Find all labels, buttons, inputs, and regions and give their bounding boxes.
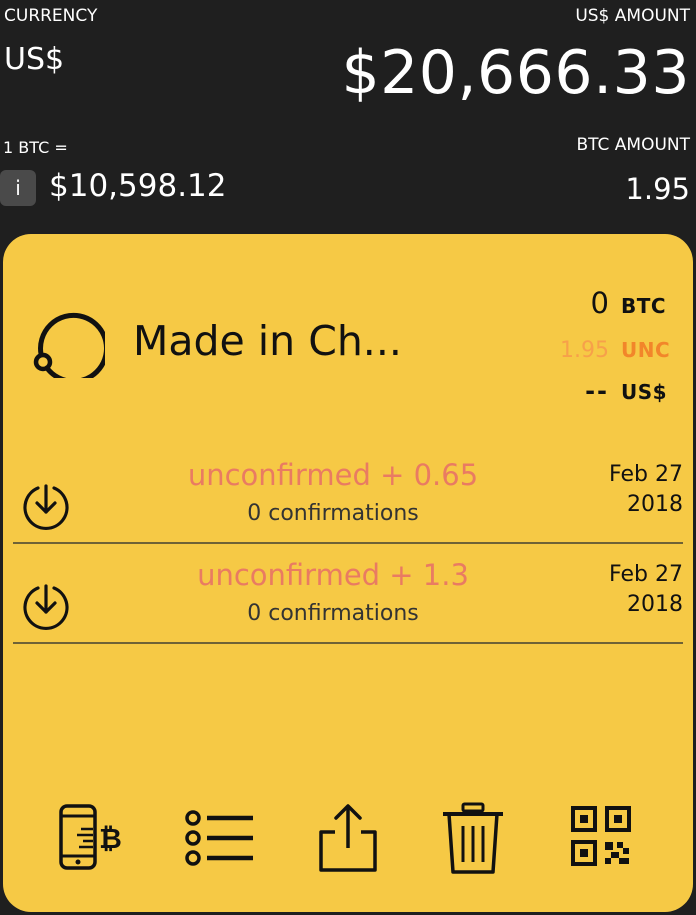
qr-code-icon[interactable] <box>565 802 637 874</box>
transaction-row[interactable]: unconfirmed + 0.65 0 confirmations Feb 2… <box>13 458 683 556</box>
divider <box>13 542 683 544</box>
svg-text:₿: ₿ <box>99 822 122 855</box>
balance-unc-unit: UNC <box>621 338 671 362</box>
btc-amount-value: 1.95 <box>625 172 690 206</box>
exchange-rate-value: $10,598.12 <box>49 168 227 204</box>
divider <box>13 642 683 644</box>
share-icon[interactable] <box>311 802 383 874</box>
balance-btc: 0 BTC <box>591 286 671 320</box>
transaction-confirmations: 0 confirmations <box>247 501 419 526</box>
transaction-date-day: Feb 27 <box>609 462 683 487</box>
balance-btc-value: 0 <box>590 286 609 320</box>
currency-label: CURRENCY <box>4 6 98 26</box>
balance-usd: -- US$ <box>585 377 671 405</box>
balance-btc-unit: BTC <box>621 294 667 318</box>
receive-arrow-icon <box>23 484 69 530</box>
btc-amount-label: BTC AMOUNT <box>576 135 690 155</box>
transaction-date-day: Feb 27 <box>609 562 683 587</box>
wallet-name[interactable]: Made in Ch... <box>133 317 402 365</box>
usd-amount-value: $20,666.33 <box>341 38 690 108</box>
transaction-row[interactable]: unconfirmed + 1.3 0 confirmations Feb 27… <box>13 558 683 656</box>
balance-unc-value: 1.95 <box>560 338 609 363</box>
transaction-status: unconfirmed + 1.3 <box>197 558 469 592</box>
balance-usd-value: -- <box>585 377 609 405</box>
exchange-rate-label: 1 BTC = <box>3 138 68 157</box>
transaction-date: Feb 27 2018 <box>609 460 683 520</box>
transaction-confirmations: 0 confirmations <box>247 601 419 626</box>
trash-icon[interactable] <box>437 802 509 874</box>
usd-amount-label: US$ AMOUNT <box>575 6 690 26</box>
transaction-date-year: 2018 <box>627 592 683 617</box>
currency-value[interactable]: US$ <box>4 42 64 77</box>
balance-unconfirmed: 1.95 UNC <box>560 338 671 363</box>
phone-bitcoin-icon[interactable]: ₿ <box>55 802 127 874</box>
transaction-status: unconfirmed + 0.65 <box>187 458 479 492</box>
balance-usd-unit: US$ <box>621 380 668 404</box>
receive-arrow-icon <box>23 584 69 630</box>
wallet-ring-icon <box>33 312 105 378</box>
wallet-card: Made in Ch... 0 BTC 1.95 UNC -- US$ unco… <box>3 234 693 912</box>
transaction-date-year: 2018 <box>627 492 683 517</box>
list-icon[interactable] <box>183 802 255 874</box>
transaction-date: Feb 27 2018 <box>609 560 683 620</box>
info-button[interactable]: i <box>0 170 36 206</box>
